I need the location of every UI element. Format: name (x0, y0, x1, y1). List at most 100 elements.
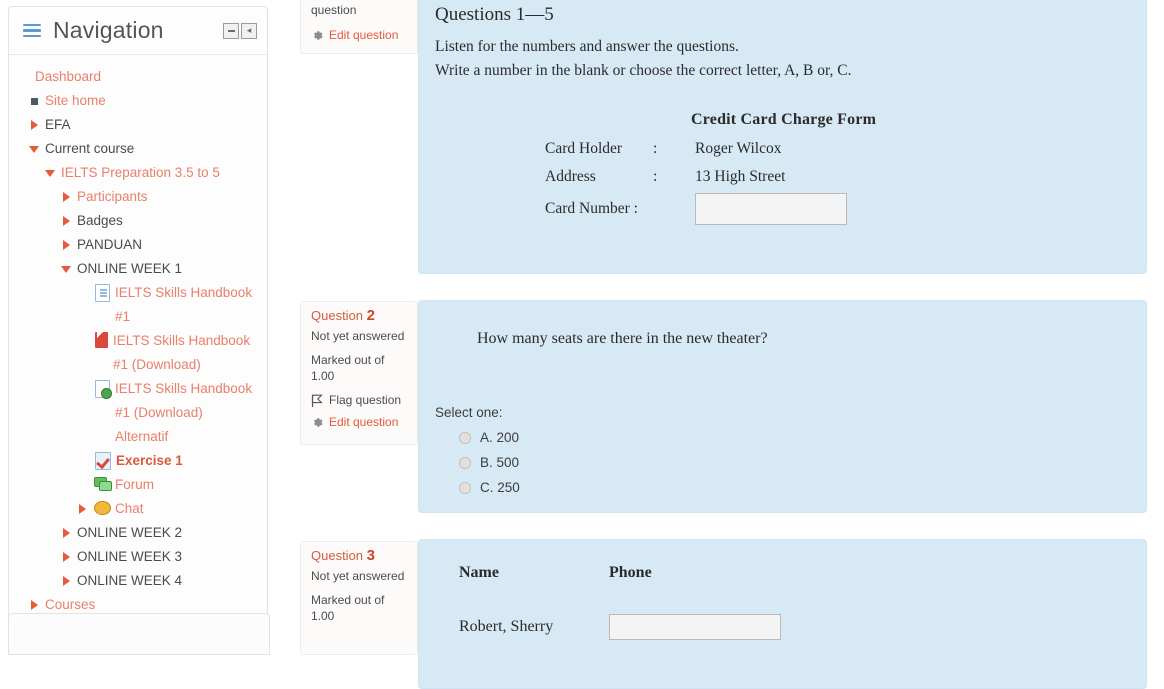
table-row: Card Number : (545, 191, 847, 227)
tree-twisty[interactable] (59, 521, 73, 545)
sidebar-item-online-week-1[interactable]: ONLINE WEEK 1 (17, 257, 259, 281)
tree-twisty[interactable] (59, 257, 73, 281)
sidebar-item-efa[interactable]: EFA (17, 113, 259, 137)
hamburger-icon[interactable] (23, 23, 41, 38)
expand-triangle-icon[interactable] (78, 504, 86, 515)
collapse-triangle-icon[interactable] (29, 145, 39, 153)
column-header-phone: Phone (609, 564, 652, 581)
sidebar-item-label[interactable]: ONLINE WEEK 1 (77, 257, 182, 281)
sidebar-item-label[interactable]: PANDUAN (77, 233, 142, 257)
expand-triangle-icon[interactable] (62, 552, 70, 563)
expand-triangle-icon[interactable] (62, 240, 70, 251)
option-label[interactable]: B. 500 (480, 455, 519, 470)
tree-twisty[interactable] (59, 233, 73, 257)
tree-twisty[interactable] (59, 185, 73, 209)
option-label[interactable]: C. 250 (480, 480, 520, 495)
dock-left-icon[interactable]: ◂ (241, 22, 257, 39)
expand-triangle-icon[interactable] (30, 120, 38, 131)
tree-twisty[interactable] (75, 497, 89, 521)
sidebar-item-panduan[interactable]: PANDUAN (17, 233, 259, 257)
expand-triangle-icon[interactable] (62, 576, 70, 587)
sidebar-item-online-week-3[interactable]: ONLINE WEEK 3 (17, 545, 259, 569)
sidebar-item-label[interactable]: Dashboard (35, 65, 101, 89)
question-2-edit-row[interactable]: Edit question (311, 415, 407, 431)
collapse-triangle-icon[interactable] (45, 169, 55, 177)
table-row: Robert, Sherry (459, 612, 781, 642)
tree-twisty[interactable] (59, 545, 73, 569)
collapse-triangle-icon[interactable] (61, 265, 71, 273)
sidebar-item-label[interactable]: ONLINE WEEK 4 (77, 569, 182, 593)
question-2-marked: Marked out of 1.00 (311, 353, 385, 383)
expand-triangle-icon[interactable] (62, 528, 70, 539)
quiz-icon (95, 452, 111, 470)
sidebar-item-dashboard[interactable]: Dashboard (17, 65, 259, 89)
radio-button-icon[interactable] (459, 431, 471, 444)
sidebar-item-label[interactable]: Forum (115, 473, 154, 497)
question-2-option-1[interactable]: B. 500 (435, 455, 1130, 470)
tree-twisty[interactable] (27, 89, 41, 113)
credit-card-form-title: Credit Card Charge Form (691, 111, 877, 128)
question-2-edit-link[interactable]: Edit question (329, 415, 398, 431)
sidebar-item-label[interactable]: Site home (45, 89, 106, 113)
sidebar-item-label[interactable]: EFA (45, 113, 71, 137)
tree-twisty[interactable] (43, 161, 57, 185)
phone-input[interactable] (609, 614, 781, 641)
address-colon: : (653, 168, 658, 185)
sidebar-item-label[interactable]: Chat (115, 497, 144, 521)
sidebar-item-online-week-4[interactable]: ONLINE WEEK 4 (17, 569, 259, 593)
option-label[interactable]: A. 200 (480, 430, 519, 445)
radio-button-icon[interactable] (459, 456, 471, 469)
question-3-number: Question 3 (311, 547, 376, 564)
sidebar-item-current-course[interactable]: Current course (17, 137, 259, 161)
expand-triangle-icon[interactable] (62, 216, 70, 227)
question-1-edit-row[interactable]: Edit question (311, 28, 407, 44)
address-value: 13 High Street (695, 168, 786, 185)
row-phone-cell (609, 612, 781, 642)
radio-button-icon[interactable] (459, 481, 471, 494)
sidebar-item-label[interactable]: Participants (77, 185, 148, 209)
sidebar-item-site-home[interactable]: Site home (17, 89, 259, 113)
sidebar-item-label[interactable]: Current course (45, 137, 134, 161)
sidebar-item-label[interactable]: IELTS Preparation 3.5 to 5 (61, 161, 220, 185)
sidebar-item-ielts-preparation-3-5-to-5[interactable]: IELTS Preparation 3.5 to 5 (17, 161, 259, 185)
sidebar-item-label[interactable]: ONLINE WEEK 3 (77, 545, 182, 569)
sidebar-item-label[interactable]: IELTS Skills Handbook #1 (Download) Alte… (115, 377, 259, 449)
gear-icon (311, 416, 326, 429)
question-2-flag-row[interactable]: Flag question (311, 393, 407, 409)
sidebar-item-ielts-skills-handbook-1[interactable]: IELTS Skills Handbook #1 (17, 281, 259, 329)
question-2-flag-label[interactable]: Flag question (329, 393, 401, 409)
question-1-flag-tail: question (311, 3, 357, 17)
sidebar-item-label[interactable]: Exercise 1 (116, 449, 183, 473)
sidebar-item-participants[interactable]: Participants (17, 185, 259, 209)
sidebar-item-badges[interactable]: Badges (17, 209, 259, 233)
forum-icon (94, 477, 112, 491)
sidebar-item-label[interactable]: Badges (77, 209, 123, 233)
minimize-icon[interactable] (223, 22, 239, 39)
document-icon (95, 284, 110, 302)
tree-twisty[interactable] (27, 113, 41, 137)
sidebar-item-online-week-2[interactable]: ONLINE WEEK 2 (17, 521, 259, 545)
sidebar-item-chat[interactable]: Chat (17, 497, 259, 521)
tree-twisty[interactable] (59, 569, 73, 593)
sidebar-item-label[interactable]: IELTS Skills Handbook #1 (Download) (113, 329, 259, 377)
question-1-card: Questions 1—5 Listen for the numbers and… (418, 0, 1147, 274)
question-2-option-2[interactable]: C. 250 (435, 480, 1130, 495)
question-2-option-0[interactable]: A. 200 (435, 430, 1130, 445)
navigation-tree: Dashboard Site home EFA Current course IELTS… (9, 55, 267, 631)
sidebar-item-label[interactable]: IELTS Skills Handbook #1 (115, 281, 259, 329)
sidebar-item-exercise-1[interactable]: Exercise 1 (17, 449, 259, 473)
card-number-input[interactable] (695, 193, 847, 225)
sidebar-item-ielts-skills-handbook-1-download-alternatif[interactable]: IELTS Skills Handbook #1 (Download) Alte… (17, 377, 259, 449)
expand-triangle-icon[interactable] (30, 600, 38, 611)
question-1-edit-link[interactable]: Edit question (329, 28, 398, 44)
sidebar-item-ielts-skills-handbook-1-download[interactable]: IELTS Skills Handbook #1 (Download) (17, 329, 259, 377)
tree-twisty[interactable] (59, 209, 73, 233)
tree-twisty[interactable] (27, 137, 41, 161)
question-2-number: Question 2 (311, 307, 376, 324)
nav-list: Dashboard Site home EFA Current course IELTS… (17, 65, 259, 617)
url-icon (95, 380, 112, 399)
sidebar-item-label[interactable]: ONLINE WEEK 2 (77, 521, 182, 545)
expand-triangle-icon[interactable] (62, 192, 70, 203)
question-1-line-2: Write a number in the blank or choose th… (435, 62, 852, 79)
sidebar-item-forum[interactable]: Forum (17, 473, 259, 497)
